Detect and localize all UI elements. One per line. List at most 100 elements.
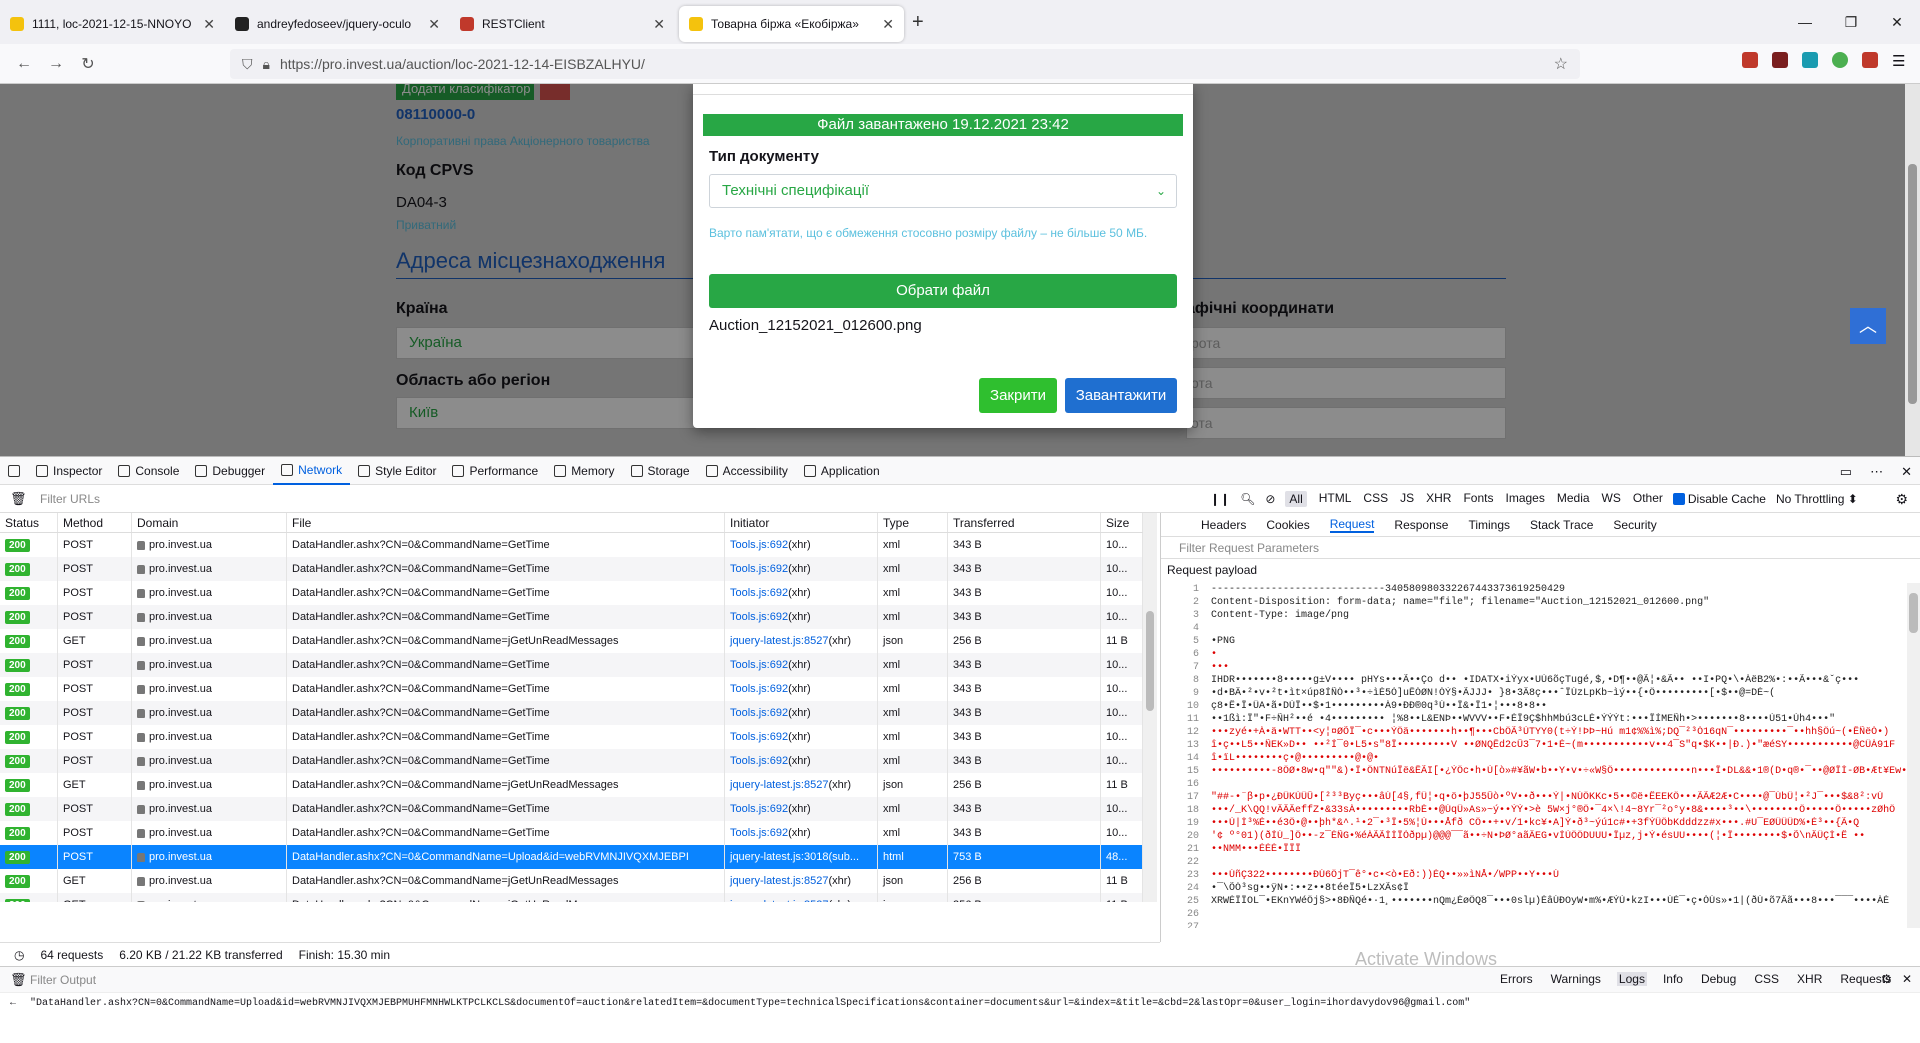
browser-tab[interactable]: 1111, loc-2021-12-15-NNOYO ✕ <box>0 6 225 42</box>
column-header-type[interactable]: Type <box>878 513 948 532</box>
table-row[interactable]: 200 POST pro.invest.ua DataHandler.ashx?CN=… <box>0 725 1143 749</box>
table-row[interactable]: 200 POST pro.invest.ua DataHandler.ashx?CN=… <box>0 533 1143 557</box>
details-tab-headers[interactable]: Headers <box>1201 518 1246 532</box>
console-filter-debug[interactable]: Debug <box>1699 972 1738 986</box>
column-header-domain[interactable]: Domain <box>132 513 287 532</box>
payload-scroll-thumb[interactable] <box>1909 593 1918 633</box>
console-filter-css[interactable]: CSS <box>1752 972 1781 986</box>
type-filter-all[interactable]: All <box>1285 491 1307 507</box>
devtools-tab-performance[interactable]: Performance <box>444 457 546 485</box>
devtools-tab-console[interactable]: Console <box>110 457 187 485</box>
table-scroll-thumb[interactable] <box>1146 611 1154 711</box>
initiator-link[interactable]: Tools.js:692 <box>730 827 788 839</box>
devtools-tab-debugger[interactable]: Debugger <box>187 457 273 485</box>
initiator-link[interactable]: Tools.js:692 <box>730 755 788 767</box>
clear-console-icon[interactable]: 🗑︎ <box>10 972 27 988</box>
console-filter-errors[interactable]: Errors <box>1498 972 1535 986</box>
table-row[interactable]: 200 POST pro.invest.ua DataHandler.ashx?CN=… <box>0 605 1143 629</box>
browser-tab[interactable]: andreyfedoseev/jquery-oculo ✕ <box>225 6 450 42</box>
forward-icon[interactable]: → <box>40 55 72 73</box>
filter-urls-input[interactable]: Filter URLs <box>40 492 100 506</box>
devtools-tab-application[interactable]: Application <box>796 457 888 485</box>
doc-type-select[interactable]: Технічні специфікації ⌄ <box>709 174 1177 208</box>
table-row[interactable]: 200 POST pro.invest.ua DataHandler.ashx?CN=… <box>0 653 1143 677</box>
url-bar[interactable]: ⛉ 🔒︎ https://pro.invest.ua/auction/loc-2… <box>230 49 1580 79</box>
initiator-link[interactable]: Tools.js:692 <box>730 539 788 551</box>
console-filter-xhr[interactable]: XHR <box>1795 972 1824 986</box>
close-devtools-icon[interactable]: ✕ <box>1901 464 1912 480</box>
initiator-link[interactable]: Tools.js:692 <box>730 587 788 599</box>
column-header-transferred[interactable]: Transferred <box>948 513 1101 532</box>
initiator-link[interactable]: Tools.js:692 <box>730 659 788 671</box>
devtools-tab-accessibility[interactable]: Accessibility <box>698 457 796 485</box>
console-filter-logs[interactable]: Logs <box>1616 972 1647 986</box>
choose-file-button[interactable]: Обрати файл <box>709 274 1177 308</box>
menu-icon[interactable]: ☰ <box>1892 52 1908 70</box>
new-tab-button[interactable]: + <box>912 11 924 34</box>
throttling-select[interactable]: No Throttling ⬍ <box>1776 492 1858 506</box>
details-tab-request[interactable]: Request <box>1329 517 1375 533</box>
close-button[interactable]: Закрити <box>979 378 1057 413</box>
initiator-link[interactable]: Tools.js:692 <box>730 563 788 575</box>
close-tab-icon[interactable]: ✕ <box>653 16 665 33</box>
table-row[interactable]: 200 POST pro.invest.ua DataHandler.ashx?CN=… <box>0 557 1143 581</box>
initiator-link[interactable]: Tools.js:692 <box>730 731 788 743</box>
details-tab-cookies[interactable]: Cookies <box>1266 518 1309 532</box>
initiator-link[interactable]: Tools.js:692 <box>730 683 788 695</box>
browser-tab[interactable]: RESTClient ✕ <box>450 6 675 42</box>
details-tab-stack-trace[interactable]: Stack Trace <box>1530 518 1593 532</box>
initiator-link[interactable]: jquery-latest.js:8527 <box>730 779 828 791</box>
type-filter-js[interactable]: JS <box>1400 491 1414 507</box>
search-icon[interactable]: 🔍︎ <box>1240 492 1255 506</box>
table-row[interactable]: 200 GET pro.invest.ua DataHandler.ashx?CN=0… <box>0 773 1143 797</box>
upload-button[interactable]: Завантажити <box>1065 378 1177 413</box>
pause-icon[interactable]: ❙❙ <box>1210 492 1230 506</box>
close-console-icon[interactable]: ✕ <box>1902 972 1912 986</box>
initiator-link[interactable]: Tools.js:692 <box>730 707 788 719</box>
browser-tab[interactable]: Товарна біржа «Екобіржа» ✕ <box>679 6 904 42</box>
filter-output-input[interactable]: Filter Output <box>30 973 96 987</box>
devtools-tab-memory[interactable]: Memory <box>546 457 622 485</box>
type-filter-ws[interactable]: WS <box>1602 491 1621 507</box>
column-header-status[interactable]: Status <box>0 513 58 532</box>
table-row[interactable]: 200 GET pro.invest.ua DataHandler.ashx?CN=0… <box>0 629 1143 653</box>
column-header-initiator[interactable]: Initiator <box>725 513 878 532</box>
initiator-link[interactable]: jquery-latest.js:8527 <box>730 875 828 887</box>
reload-icon[interactable]: ↻ <box>72 54 104 74</box>
disable-cache-checkbox[interactable]: Disable Cache <box>1672 492 1766 506</box>
page-scroll-thumb[interactable] <box>1908 164 1917 404</box>
extension-red-icon[interactable] <box>1772 52 1788 68</box>
filter-params-input[interactable]: Filter Request Parameters <box>1161 537 1920 559</box>
table-row[interactable]: 200 GET pro.invest.ua DataHandler.ashx?CN=0… <box>0 869 1143 893</box>
column-header-method[interactable]: Method <box>58 513 132 532</box>
type-filter-other[interactable]: Other <box>1633 491 1663 507</box>
table-row[interactable]: 200 POST pro.invest.ua DataHandler.ashx?CN=… <box>0 821 1143 845</box>
bookmark-star-icon[interactable]: ☆ <box>1554 54 1568 74</box>
block-icon[interactable]: ⊘ <box>1265 492 1275 506</box>
scroll-to-top-button[interactable]: ︿ <box>1850 308 1886 344</box>
table-row[interactable]: 200 POST pro.invest.ua DataHandler.ashx?CN=… <box>0 701 1143 725</box>
initiator-link[interactable]: jquery-latest.js:8527 <box>730 899 828 902</box>
console-settings-icon[interactable]: ⚙ <box>1881 972 1892 986</box>
type-filter-fonts[interactable]: Fonts <box>1463 491 1493 507</box>
table-row[interactable]: 200 POST pro.invest.ua DataHandler.ashx?CN=… <box>0 797 1143 821</box>
console-filter-info[interactable]: Info <box>1661 972 1685 986</box>
details-tab-security[interactable]: Security <box>1613 518 1656 532</box>
console-filter-warnings[interactable]: Warnings <box>1549 972 1603 986</box>
type-filter-images[interactable]: Images <box>1505 491 1544 507</box>
initiator-link[interactable]: Tools.js:692 <box>730 803 788 815</box>
restore-button[interactable]: ❐ <box>1828 0 1874 44</box>
table-row[interactable]: 200 POST pro.invest.ua DataHandler.ashx?CN=… <box>0 749 1143 773</box>
close-window-button[interactable]: ✕ <box>1874 0 1920 44</box>
table-row[interactable]: 200 POST pro.invest.ua DataHandler.ashx?CN=… <box>0 677 1143 701</box>
type-filter-media[interactable]: Media <box>1557 491 1590 507</box>
devtools-tab-network[interactable]: Network <box>273 457 351 485</box>
initiator-link[interactable]: jquery-latest.js:8527 <box>730 635 828 647</box>
restclient-icon[interactable] <box>1862 52 1878 68</box>
back-icon[interactable]: ← <box>8 55 40 73</box>
devtools-tab-storage[interactable]: Storage <box>623 457 698 485</box>
initiator-link[interactable]: Tools.js:692 <box>730 611 788 623</box>
gear-icon[interactable]: ⚙ <box>1895 491 1908 508</box>
page-scrollbar[interactable] <box>1905 84 1920 456</box>
devtools-tab-style-editor[interactable]: Style Editor <box>350 457 444 485</box>
